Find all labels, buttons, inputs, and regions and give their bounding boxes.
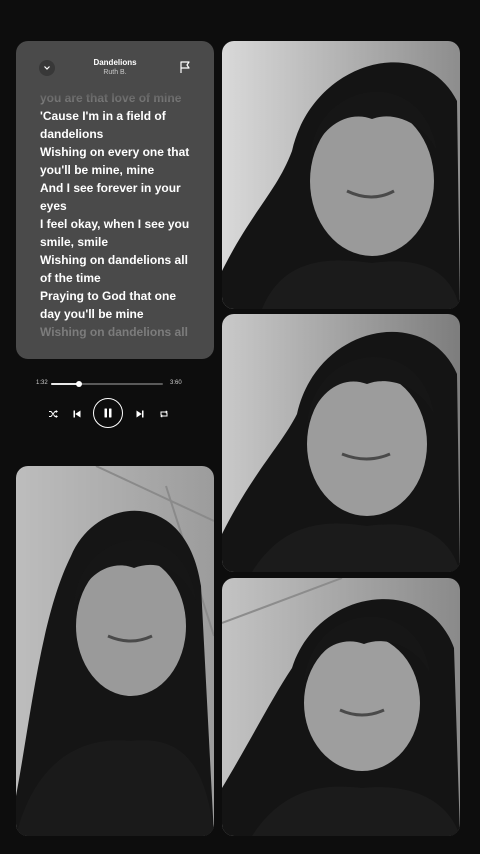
selfie-photo-2 [222, 314, 460, 572]
lyrics-header: Dandelions Ruth B. [16, 41, 214, 89]
repeat-button[interactable] [158, 408, 170, 420]
lyric-line: Wishing on dandelions all [40, 253, 188, 267]
lyrics-list: you are that love of mine 'Cause I'm in … [40, 89, 210, 341]
lyric-line: you'll be mine, mine [40, 163, 155, 177]
next-icon [136, 410, 144, 418]
lyric-line: I feel okay, when I see you [40, 217, 190, 231]
lyric-line: of the time [40, 271, 101, 285]
progress-fill [51, 383, 79, 385]
flag-icon [180, 61, 190, 73]
previous-icon [73, 410, 81, 418]
progress-knob[interactable] [76, 381, 82, 387]
lyric-line: eyes [40, 199, 67, 213]
selfie-photo-4 [222, 578, 460, 836]
lyric-line: And I see forever in your [40, 181, 181, 195]
selfie-photo-1 [222, 41, 460, 309]
lyrics-card: you are that love of mine 'Cause I'm in … [16, 41, 214, 359]
progress-bar[interactable]: 1:32 3:60 [36, 378, 182, 390]
lyric-line: Praying to God that one [40, 289, 177, 303]
lyrics-fade-top [16, 87, 214, 103]
next-button[interactable] [134, 408, 146, 420]
elapsed-time: 1:32 [36, 380, 48, 386]
shuffle-icon [49, 410, 58, 418]
lyric-line: 'Cause I'm in a field of [40, 109, 166, 123]
repeat-icon [160, 410, 168, 418]
flag-button[interactable] [178, 60, 192, 74]
duration-time: 3:60 [170, 380, 182, 386]
lyric-line: smile, smile [40, 235, 109, 249]
playback-controls [40, 398, 175, 430]
shuffle-button[interactable] [47, 408, 59, 420]
selfie-photo-3 [16, 466, 214, 836]
progress-track[interactable] [51, 381, 163, 387]
lyric-line: Wishing on dandelions all [40, 325, 188, 339]
lyric-line: day you'll be mine [40, 307, 144, 321]
lyrics-fade-bottom [16, 357, 214, 359]
pause-icon [104, 408, 112, 418]
lyric-line: Wishing on every one that [40, 145, 190, 159]
lyric-line: dandelions [40, 127, 104, 141]
pause-button[interactable] [93, 398, 123, 428]
previous-button[interactable] [71, 408, 83, 420]
